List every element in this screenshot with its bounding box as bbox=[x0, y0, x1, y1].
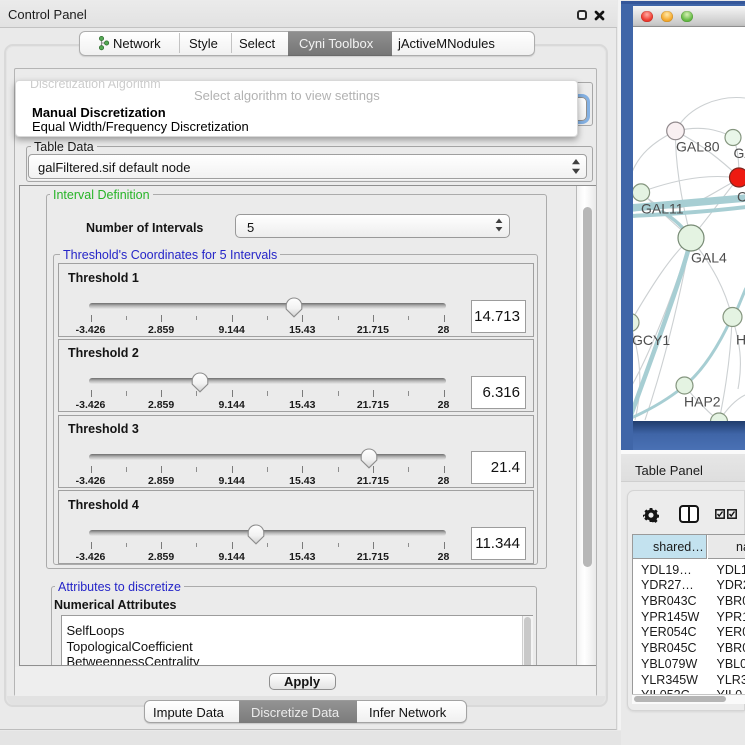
svg-text:GCY1: GCY1 bbox=[633, 332, 670, 348]
svg-text:H: H bbox=[736, 331, 745, 347]
svg-text:GAL11: GAL11 bbox=[641, 200, 684, 216]
svg-text:GAL4: GAL4 bbox=[691, 249, 727, 265]
svg-text:GAL80: GAL80 bbox=[676, 138, 720, 154]
svg-text:GA: GA bbox=[734, 145, 745, 161]
svg-text:HAP2: HAP2 bbox=[684, 393, 721, 409]
svg-text:C: C bbox=[737, 188, 745, 204]
